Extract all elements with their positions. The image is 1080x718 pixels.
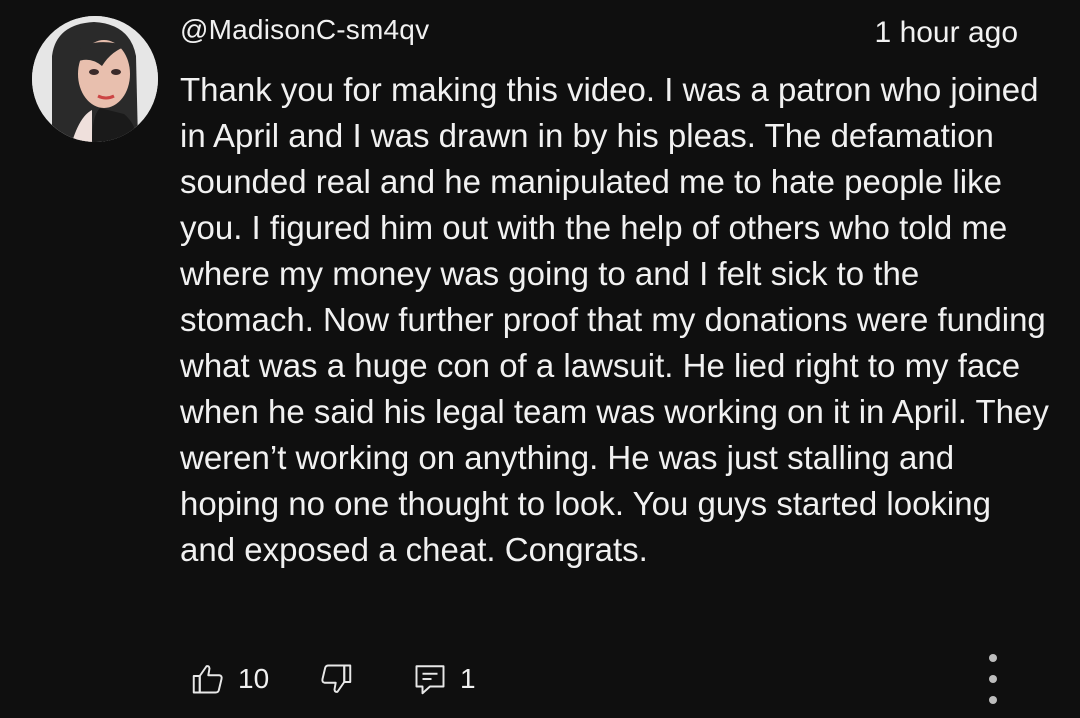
- comment-actions: 10 1: [190, 656, 1050, 702]
- more-options-button[interactable]: [978, 654, 1008, 704]
- thumbs-up-icon: [190, 661, 226, 697]
- comment-card: @MadisonC-sm4qv 1 hour ago Thank you for…: [0, 0, 1080, 718]
- comment-timestamp[interactable]: 1 hour ago: [875, 16, 1018, 50]
- avatar-image: [32, 16, 158, 142]
- reply-button[interactable]: 1: [412, 656, 476, 702]
- thumbs-down-icon: [318, 661, 354, 697]
- comment-text: Thank you for making this video. I was a…: [180, 71, 1049, 568]
- like-count: 10: [238, 663, 270, 694]
- reply-count: 1: [460, 663, 476, 694]
- dislike-button[interactable]: [318, 656, 354, 702]
- avatar[interactable]: [32, 16, 158, 142]
- like-button[interactable]: 10: [190, 656, 269, 702]
- reply-comment-icon: [412, 661, 448, 697]
- more-vertical-icon: [989, 654, 997, 704]
- comment-author[interactable]: @MadisonC-sm4qv: [180, 14, 429, 46]
